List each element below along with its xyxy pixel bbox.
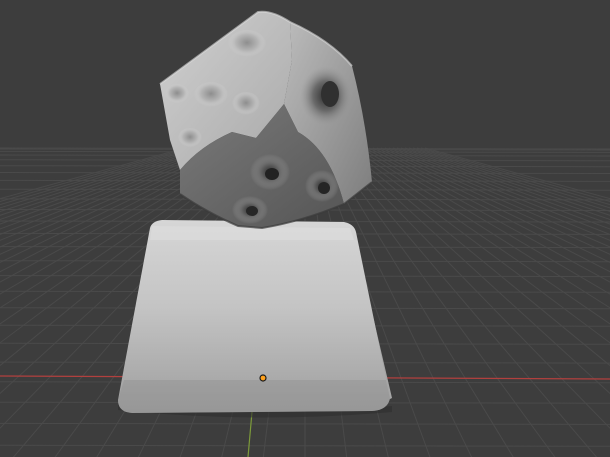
- viewport-canvas[interactable]: [0, 0, 610, 457]
- cube-top-dimple: [232, 92, 260, 116]
- grid-line: [416, 147, 610, 206]
- cube-top-dimple: [194, 82, 228, 108]
- grid-line: [356, 147, 610, 309]
- grid-line: [392, 147, 610, 230]
- keycap-base[interactable]: [118, 220, 392, 418]
- cube-top-dimple: [178, 128, 202, 148]
- cube-top-dimple: [228, 30, 266, 58]
- cube-front-eye-pupil: [246, 206, 258, 216]
- grid-line: [412, 147, 610, 209]
- grid-line: [388, 147, 610, 235]
- sculpted-dice-cube[interactable]: [159, 10, 373, 230]
- cube-right-eye-pupil: [321, 81, 339, 107]
- 3d-viewport[interactable]: [0, 0, 610, 457]
- cube-front-eye-pupil: [318, 182, 330, 194]
- cube-front-eye-pupil: [265, 168, 279, 180]
- cube-top-dimple: [165, 84, 189, 104]
- keycap-base-bottom-shade: [118, 380, 390, 413]
- origin-point-icon[interactable]: [259, 374, 267, 382]
- y-axis-line: [247, 411, 253, 457]
